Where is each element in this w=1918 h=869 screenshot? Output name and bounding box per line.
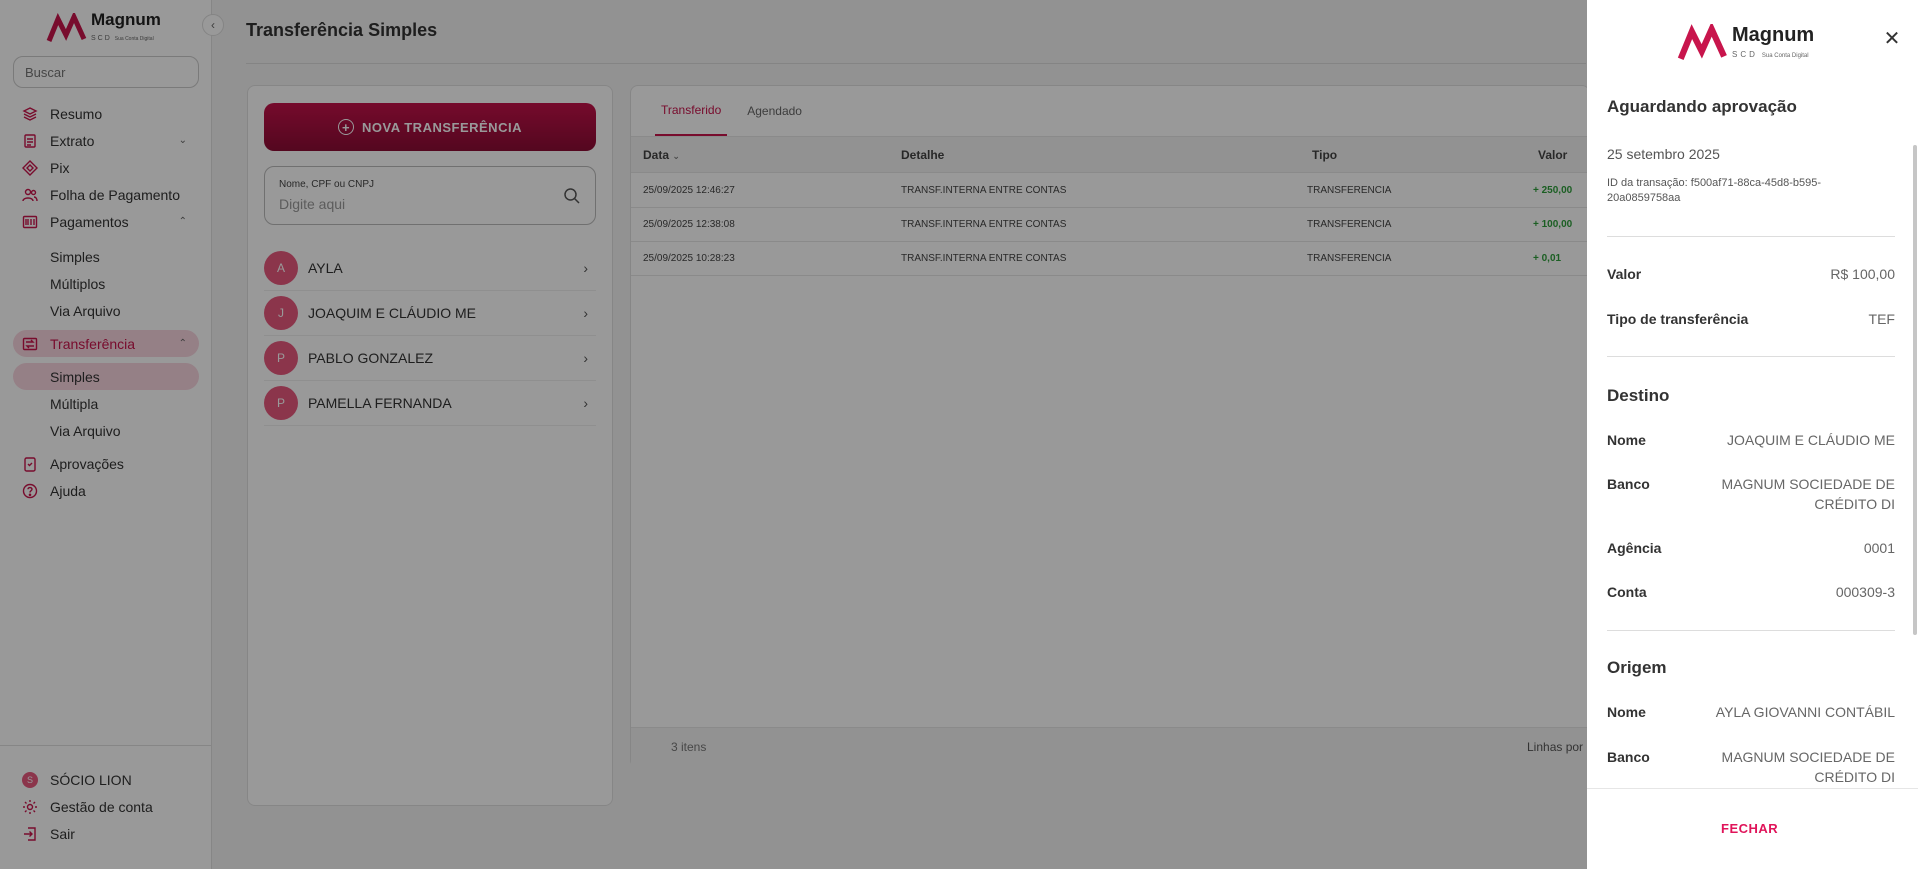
origem-nome-label: Nome [1607,704,1646,720]
divider [1607,236,1895,237]
destino-conta-value: 000309-3 [1835,584,1895,600]
transaction-status: Aguardando aprovação [1607,97,1797,116]
drawer-content[interactable]: Aguardando aprovação 25 setembro 2025 ID… [1587,88,1918,788]
drawer-footer: FECHAR [1587,788,1918,869]
divider [1607,630,1895,631]
transaction-date: 25 setembro 2025 [1607,146,1720,162]
destino-banco-value: MAGNUM SOCIEDADE DE CRÉDITO DI [1721,476,1895,512]
drawer-logo: Magnum SCD Sua Conta Digital [1677,24,1814,64]
close-drawer-button[interactable]: ✕ [1882,27,1902,50]
transaction-details-drawer: Magnum SCD Sua Conta Digital ✕ Aguardando… [1587,0,1918,869]
destino-agencia-label: Agência [1607,540,1662,556]
valor-value: R$ 100,00 [1830,266,1895,282]
origem-banco-value: MAGNUM SOCIEDADE DE CRÉDITO DI [1721,749,1895,785]
divider [1607,356,1895,357]
destino-banco-label: Banco [1607,476,1650,492]
tipo-label: Tipo de transferência [1607,311,1749,327]
origem-banco-label: Banco [1607,749,1650,765]
drawer-logo-tag: Sua Conta Digital [1761,53,1809,59]
tipo-value: TEF [1868,311,1895,327]
drawer-scrollbar[interactable] [1913,145,1917,635]
close-icon: ✕ [1883,27,1901,50]
transaction-id: ID da transação: f500af71-88ca-45d8-b595… [1607,177,1822,204]
destino-conta-label: Conta [1607,584,1647,600]
drawer-logo-brand: Magnum [1732,24,1815,46]
destino-agencia-value: 0001 [1863,540,1895,556]
valor-label: Valor [1607,266,1642,282]
drawer-logo-sub: SCD [1732,50,1758,59]
fechar-button[interactable]: FECHAR [1721,821,1778,836]
origem-nome-value: AYLA GIOVANNI CONTÁBIL [1715,704,1895,720]
destino-nome-label: Nome [1607,432,1646,448]
destino-title: Destino [1607,386,1670,405]
destino-nome-value: JOAQUIM E CLÁUDIO ME [1726,432,1895,448]
origem-title: Origem [1607,658,1667,677]
magnum-logo-icon [1677,24,1727,61]
